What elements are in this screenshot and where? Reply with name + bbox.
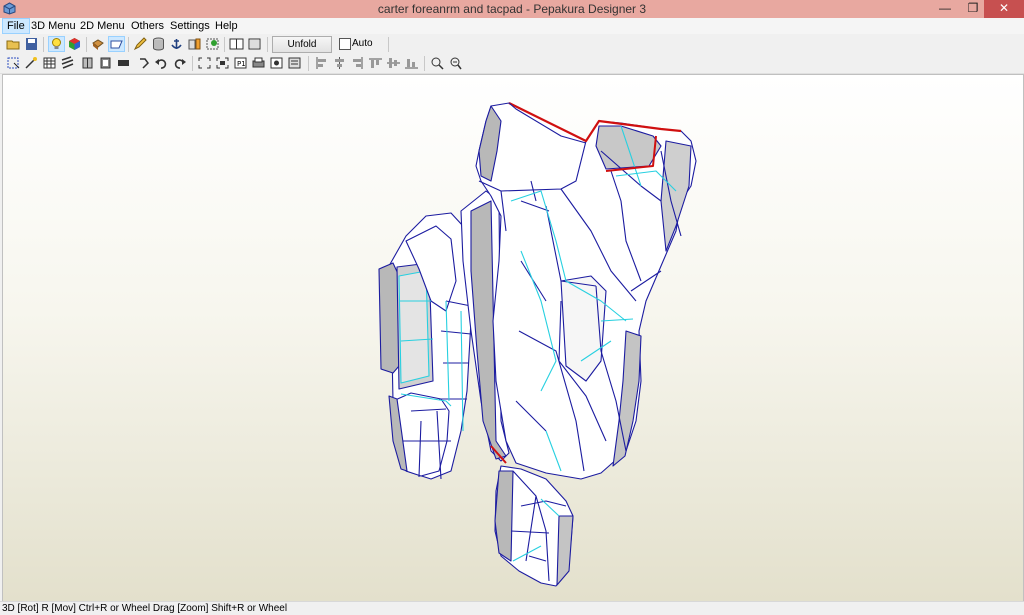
menu-2d[interactable]: 2D Menu <box>76 19 129 33</box>
view-3d-icon[interactable] <box>90 37 105 51</box>
align-right-icon[interactable] <box>350 56 365 70</box>
zoom-a-icon[interactable] <box>430 56 445 70</box>
title-bar: carter foreanrm and tacpad - Pepakura De… <box>0 0 1024 18</box>
export-icon[interactable] <box>269 56 284 70</box>
text-icon[interactable] <box>287 56 302 70</box>
align-left-icon[interactable] <box>314 56 329 70</box>
align-middle-icon[interactable] <box>386 56 401 70</box>
minimize-button[interactable]: — <box>930 0 960 18</box>
book2-icon[interactable] <box>98 56 113 70</box>
anchor-icon[interactable] <box>169 37 184 51</box>
redo-icon[interactable] <box>172 56 187 70</box>
close-button[interactable]: ✕ <box>984 0 1024 18</box>
align-bottom-icon[interactable] <box>404 56 419 70</box>
view-mode-icon[interactable] <box>108 36 125 52</box>
single-page-icon[interactable] <box>229 37 244 51</box>
cylinder-icon[interactable] <box>151 37 166 51</box>
grid-icon[interactable] <box>42 56 57 70</box>
save-icon[interactable] <box>24 37 39 51</box>
texture-cube-icon[interactable] <box>67 37 82 51</box>
model-render <box>378 102 697 587</box>
book-icon[interactable] <box>80 56 95 70</box>
svg-text:P1: P1 <box>237 60 246 68</box>
wrist-piece <box>494 465 574 587</box>
rect-icon[interactable] <box>116 56 131 70</box>
page-icon[interactable] <box>247 37 262 51</box>
menu-3d[interactable]: 3D Menu <box>27 19 80 33</box>
unfold-button[interactable]: Unfold <box>272 36 332 53</box>
frame-icon[interactable] <box>197 56 212 70</box>
join-icon[interactable] <box>205 37 220 51</box>
stripes-icon[interactable] <box>60 56 75 70</box>
wand-icon[interactable] <box>24 56 39 70</box>
menu-bar: File 3D Menu 2D Menu Others Settings Hel… <box>0 18 1024 34</box>
page-number-icon[interactable]: P1 <box>233 56 248 70</box>
undo-icon[interactable] <box>154 56 169 70</box>
light-bulb-icon[interactable] <box>48 36 65 52</box>
open-icon[interactable] <box>6 37 21 51</box>
print-icon[interactable] <box>251 56 266 70</box>
menu-others[interactable]: Others <box>127 19 168 33</box>
select-icon[interactable] <box>6 56 21 70</box>
align-top-icon[interactable] <box>368 56 383 70</box>
status-bar: 3D [Rot] R [Mov] Ctrl+R or Wheel Drag [Z… <box>0 601 1024 615</box>
menu-help[interactable]: Help <box>211 19 242 33</box>
window-title: carter foreanrm and tacpad - Pepakura De… <box>377 2 647 16</box>
pencil-icon[interactable] <box>133 37 148 51</box>
status-text: 3D [Rot] R [Mov] Ctrl+R or Wheel Drag [Z… <box>2 603 288 614</box>
auto-checkbox[interactable] <box>339 38 351 50</box>
rotate-icon[interactable] <box>136 56 151 70</box>
frame2-icon[interactable] <box>215 56 230 70</box>
align-center-icon[interactable] <box>332 56 347 70</box>
zoom-b-icon[interactable] <box>448 56 463 70</box>
tacpad-panel <box>378 212 472 480</box>
3d-viewport[interactable] <box>2 74 1024 602</box>
menu-file[interactable]: File <box>2 18 30 34</box>
edit-toolbar: P1 <box>0 54 1024 74</box>
main-toolbar: Unfold Auto <box>0 35 1024 55</box>
forearm-body <box>475 102 697 480</box>
menu-settings[interactable]: Settings <box>166 19 214 33</box>
flap-icon[interactable] <box>187 37 202 51</box>
auto-label: Auto <box>352 38 373 49</box>
